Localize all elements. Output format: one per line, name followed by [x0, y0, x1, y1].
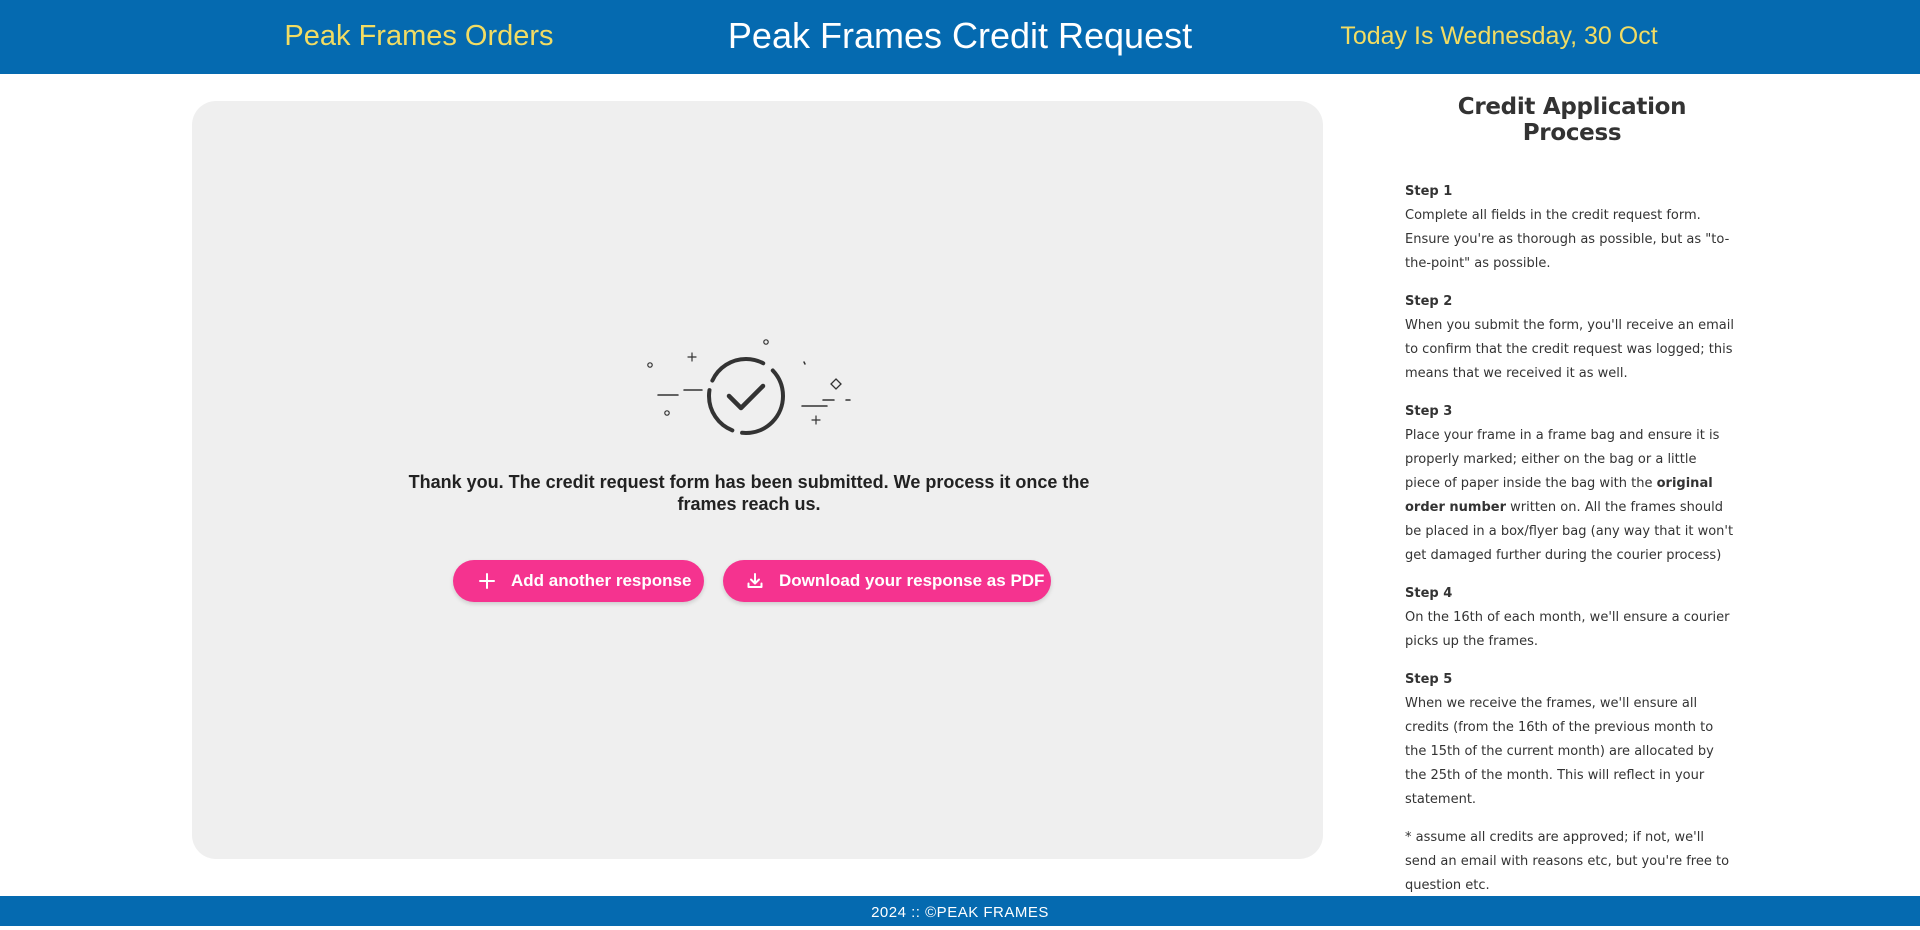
- footer: 2024 :: ©PEAK FRAMES: [0, 896, 1920, 926]
- step-text: When we receive the frames, we'll ensure…: [1405, 696, 1714, 807]
- plus-icon: [479, 573, 495, 589]
- add-another-response-button[interactable]: Add another response: [453, 560, 704, 602]
- approval-note: * assume all credits are approved; if no…: [1405, 830, 1730, 893]
- step-5: Step 5 When we receive the frames, we'll…: [1405, 668, 1735, 812]
- step-3: Step 3 Place your frame in a frame bag a…: [1405, 400, 1735, 568]
- form-panel: Thank you. The credit request form has b…: [192, 101, 1323, 859]
- step-1: Step 1 Complete all fields in the credit…: [1405, 180, 1735, 276]
- check-circle-icon: [647, 339, 851, 435]
- date-text: Today Is Wednesday, 30 Oct: [1340, 22, 1658, 50]
- step-text: On the 16th of each month, we'll ensure …: [1405, 610, 1730, 649]
- step-title: Step 1: [1405, 184, 1453, 199]
- step-2: Step 2 When you submit the form, you'll …: [1405, 290, 1735, 386]
- step-text: Complete all fields in the credit reques…: [1405, 208, 1730, 271]
- add-button-label: Add another response: [511, 571, 692, 590]
- sidebar-title: Credit Application Process: [1457, 94, 1687, 146]
- pdf-button-label: Download your response as PDF: [779, 571, 1045, 590]
- orders-link[interactable]: Peak Frames Orders: [284, 0, 553, 74]
- download-pdf-button[interactable]: Download your response as PDF: [723, 560, 1051, 602]
- step-text: Place your frame in a frame bag and ensu…: [1405, 424, 1735, 568]
- step-title: Step 2: [1405, 294, 1453, 309]
- step-4: Step 4 On the 16th of each month, we'll …: [1405, 582, 1735, 654]
- step-title: Step 5: [1405, 672, 1453, 687]
- page-title: Peak Frames Credit Request: [727, 15, 1193, 56]
- step-title: Step 4: [1405, 586, 1453, 601]
- header-bar: Peak Frames Orders Peak Frames Credit Re…: [0, 0, 1920, 74]
- download-icon: [747, 573, 763, 588]
- step-text: When you submit the form, you'll receive…: [1405, 318, 1734, 381]
- process-sidebar: Credit Application Process Step 1 Comple…: [1405, 94, 1735, 898]
- step-title: Step 3: [1405, 404, 1453, 419]
- confirmation-message: Thank you. The credit request form has b…: [408, 472, 1090, 514]
